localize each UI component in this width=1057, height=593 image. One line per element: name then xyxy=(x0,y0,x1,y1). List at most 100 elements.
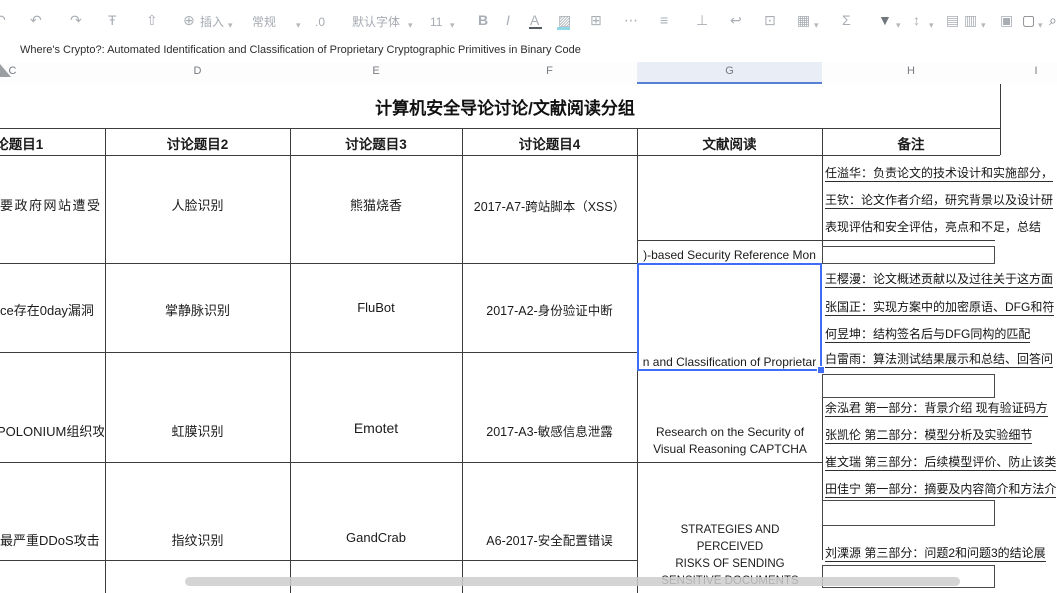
bold-button[interactable]: B xyxy=(478,11,488,29)
grid-line xyxy=(0,155,1000,156)
header-remarks[interactable]: 备注 xyxy=(822,133,1000,153)
toolbar: ↶ ↶ ↷ Ŧ ⇧ ⊕ 插入 ▾ 常规 ▾ .0 默认字体 ▾ 11 ▾ B I… xyxy=(0,0,1057,40)
cell-f-row1[interactable]: 2017-A7-跨站脚本（XSS） xyxy=(462,196,637,215)
format-painter-icon[interactable]: Ŧ xyxy=(108,11,117,29)
cell-e-row4[interactable]: GandCrab xyxy=(290,530,462,545)
note-line[interactable]: 王樱漫：论文概述贡献以及过往关于这方面 xyxy=(825,272,1053,287)
cell-d-row4[interactable]: 指纹识别 xyxy=(105,530,290,549)
fill-accent-bar xyxy=(557,27,570,30)
filter-icon[interactable]: ▼ xyxy=(878,11,892,29)
cell-c-row3[interactable]: POLONIUM组织攻 xyxy=(0,421,104,440)
cell-c-row4[interactable]: 最严重DDoS攻击 xyxy=(0,530,104,549)
grid-line xyxy=(822,371,823,560)
note-line[interactable]: 余泓君 第一部分：背景介绍 现有验证码方 xyxy=(825,401,1048,416)
column-header-d[interactable]: D xyxy=(105,65,290,77)
selection-fill-handle[interactable] xyxy=(817,366,825,374)
cell-f-row3[interactable]: 2017-A3-敏感信息泄露 xyxy=(462,421,637,440)
header-topic1[interactable]: 讨论题目1 xyxy=(0,133,105,153)
column-header-h[interactable]: H xyxy=(822,65,1000,77)
note-line[interactable]: 刘溧源 第三部分：问题2和问题3的结论展 xyxy=(825,546,1046,561)
table-style-icon[interactable]: ▤ xyxy=(946,11,959,29)
note-line[interactable]: 张国正：实现方案中的加密原语、DFG和符 xyxy=(825,300,1054,315)
cell-c-row2[interactable]: ce存在0day漏洞 xyxy=(0,300,104,319)
insert-button[interactable]: 插入 xyxy=(200,13,224,31)
formula-bar[interactable]: Where's Crypto?: Automated Identificatio… xyxy=(0,40,1057,62)
wrap-text-icon[interactable]: ↩ xyxy=(730,11,742,29)
cell-g-row3[interactable]: Research on the Security of Visual Reaso… xyxy=(652,424,808,458)
note-line[interactable]: 白雷雨：算法测试结果展示和总结、回答问 xyxy=(825,352,1053,367)
merge-options-icon[interactable]: ▦ xyxy=(797,11,810,29)
merge-caret-icon[interactable]: ▾ xyxy=(814,16,819,34)
italic-button[interactable]: I xyxy=(506,11,510,29)
grid-line xyxy=(0,352,637,353)
grid-line xyxy=(0,263,637,264)
redo-icon[interactable]: ↷ xyxy=(70,11,82,29)
number-format-caret-icon[interactable]: ▾ xyxy=(296,16,301,34)
grid-line xyxy=(637,240,995,241)
note-line[interactable]: 崔文瑞 第三部分：后续模型评价、防止该类 xyxy=(825,455,1056,470)
insert-plus-icon[interactable]: ⊕ xyxy=(183,11,195,29)
header-reading[interactable]: 文献阅读 xyxy=(637,133,822,153)
filter-caret-icon[interactable]: ▾ xyxy=(896,16,901,34)
merge-cells-icon[interactable]: ⊡ xyxy=(764,11,776,29)
vertical-align-icon[interactable]: ⊥ xyxy=(696,11,708,29)
column-header-f[interactable]: F xyxy=(462,65,637,77)
column-header-c[interactable]: C xyxy=(0,65,105,77)
font-name-select[interactable]: 默认字体 xyxy=(352,13,400,31)
note-line[interactable]: 王钦：论文作者介绍，研究背景以及设计研 xyxy=(825,193,1053,208)
header-topic3[interactable]: 讨论题目3 xyxy=(290,133,462,153)
data-format-icon[interactable]: ▥ xyxy=(964,11,977,29)
grid-line xyxy=(0,128,1000,129)
formula-bar-value[interactable]: Where's Crypto?: Automated Identificatio… xyxy=(20,44,581,56)
empty-note-cell[interactable] xyxy=(822,246,995,264)
selected-cell-outline[interactable] xyxy=(637,263,822,371)
note-line[interactable]: 张凯伦 第二部分：模型分析及实验细节 xyxy=(825,428,1032,443)
note-line[interactable]: 任溢华：负责论文的技术设计和实施部分， xyxy=(825,166,1053,181)
sort-icon[interactable]: ↕ xyxy=(913,11,920,29)
cell-d-row1[interactable]: 人脸识别 xyxy=(105,195,290,214)
cell-g-row1-overflow[interactable]: )-based Security Reference Mon xyxy=(638,248,821,262)
header-topic4[interactable]: 讨论题目4 xyxy=(462,133,637,153)
number-format-select[interactable]: 常规 xyxy=(252,13,276,31)
sum-icon[interactable]: Σ xyxy=(842,11,851,29)
column-header-g[interactable]: G xyxy=(637,65,822,77)
cell-e-row1[interactable]: 熊猫烧香 xyxy=(290,195,462,214)
undo-icon[interactable]: ↶ xyxy=(30,11,42,29)
empty-note-cell[interactable] xyxy=(822,500,995,526)
view-mode-icon[interactable]: ▢ xyxy=(1022,11,1035,29)
font-size-caret-icon[interactable]: ▾ xyxy=(450,16,455,34)
note-line[interactable]: 何昱坤：结构签名后与DFG同构的匹配 xyxy=(825,327,1030,342)
decimal-button[interactable]: .0 xyxy=(315,13,325,31)
sort-caret-icon[interactable]: ▾ xyxy=(929,16,934,34)
header-topic2[interactable]: 讨论题目2 xyxy=(105,133,290,153)
data-format-caret-icon[interactable]: ▾ xyxy=(981,16,986,34)
empty-note-cell[interactable] xyxy=(822,374,995,398)
grid-line xyxy=(0,560,637,561)
horizontal-scrollbar-thumb[interactable] xyxy=(185,577,960,586)
view-caret-icon[interactable]: ▾ xyxy=(1038,16,1043,34)
cell-f-row4[interactable]: A6-2017-安全配置错误 xyxy=(462,530,637,549)
note-line[interactable]: 表现评估和安全评估，亮点和不足，总结 xyxy=(825,220,1041,235)
column-header-e[interactable]: E xyxy=(290,65,462,77)
cell-d-row2[interactable]: 掌静脉识别 xyxy=(105,300,290,319)
lock-cell-icon[interactable]: ▣ xyxy=(1000,11,1013,29)
column-header-i[interactable]: I xyxy=(1000,65,1057,77)
cell-c-row1[interactable]: 要政府网站遭受 xyxy=(0,195,104,214)
cell-d-row3[interactable]: 虹膜识别 xyxy=(105,421,290,440)
more-icon[interactable]: ⋯ xyxy=(624,11,638,29)
font-name-caret-icon[interactable]: ▾ xyxy=(408,16,413,34)
note-line[interactable]: 田佳宁 第一部分：摘要及内容简介和方法介 xyxy=(825,482,1056,497)
sheet-title[interactable]: 计算机安全导论讨论/文献阅读分组 xyxy=(0,94,1010,119)
cell-e-row3[interactable]: Emotet xyxy=(290,420,462,436)
spreadsheet-app: ↶ ↶ ↷ Ŧ ⇧ ⊕ 插入 ▾ 常规 ▾ .0 默认字体 ▾ 11 ▾ B I… xyxy=(0,0,1057,593)
font-size-select[interactable]: 11 xyxy=(430,13,442,31)
search-icon[interactable]: ⌕ xyxy=(1049,11,1057,29)
underline-accent-bar xyxy=(529,27,542,29)
undo-partial-icon[interactable]: ↶ xyxy=(0,11,6,29)
borders-icon[interactable]: ⊞ xyxy=(590,11,602,29)
align-icon[interactable]: ≡ xyxy=(660,11,668,29)
export-icon[interactable]: ⇧ xyxy=(146,11,158,29)
cell-e-row2[interactable]: FluBot xyxy=(290,300,462,315)
insert-caret-icon[interactable]: ▾ xyxy=(228,16,233,34)
cell-f-row2[interactable]: 2017-A2-身份验证中断 xyxy=(462,300,637,319)
